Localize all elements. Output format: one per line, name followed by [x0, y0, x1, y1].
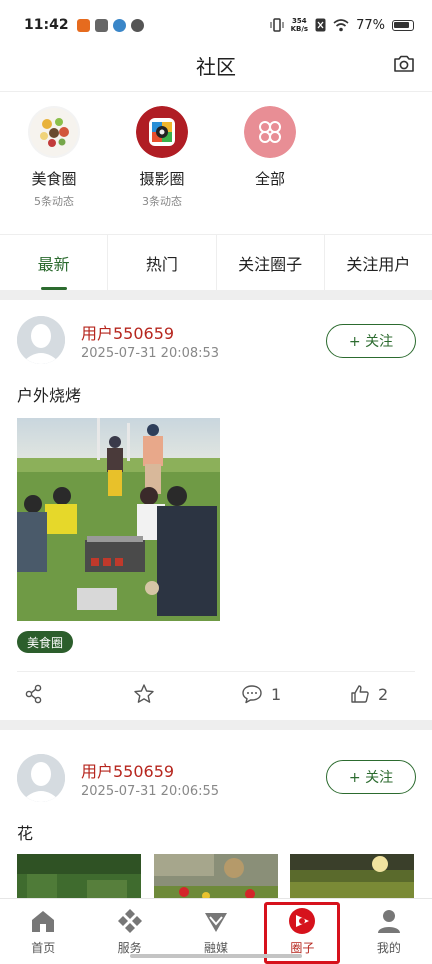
- round-notification-icon: [112, 18, 126, 32]
- status-time: 11:42: [24, 17, 69, 33]
- star-icon: [134, 684, 154, 703]
- post-photo[interactable]: [154, 854, 278, 904]
- follow-button[interactable]: + 关注: [326, 760, 416, 794]
- battery-icon: [392, 19, 414, 31]
- circle-post-count: 5条动态: [34, 195, 74, 208]
- circle-name: 美食圈: [31, 170, 77, 188]
- tab-followed-circles[interactable]: 关注圈子: [217, 235, 325, 290]
- circle-logo-icon: [289, 908, 316, 934]
- all-circle-avatar: [244, 106, 296, 158]
- post-username[interactable]: 用户550659: [81, 758, 174, 782]
- wifi-icon: [333, 18, 349, 31]
- default-avatar-icon: [17, 316, 65, 364]
- post-timestamp: 2025-07-31 20:06:55: [81, 784, 220, 799]
- nav-mine[interactable]: 我的: [346, 899, 432, 964]
- net-speed-value: 354: [292, 17, 307, 25]
- tab-latest[interactable]: 最新: [0, 235, 109, 290]
- circle-name: 摄影圈: [139, 170, 185, 188]
- share-icon: [25, 684, 42, 704]
- home-indicator: [130, 954, 302, 958]
- circle-item-food[interactable]: 美食圈 5条动态: [4, 106, 104, 209]
- home-icon: [32, 911, 55, 932]
- circle-item-all[interactable]: 全部: [220, 106, 320, 189]
- section-divider: [0, 720, 432, 730]
- vibrate-icon: [270, 18, 284, 32]
- post-divider: [17, 671, 415, 672]
- post-photo[interactable]: [17, 854, 141, 904]
- comment-count: 1: [271, 684, 282, 704]
- user-icon: [377, 910, 400, 933]
- sim-icon: [315, 18, 326, 32]
- circle-post-count: 3条动态: [142, 195, 182, 208]
- post-photo[interactable]: [17, 418, 220, 621]
- post-photo[interactable]: [290, 854, 414, 904]
- feed-tabs: 最新 热门 关注圈子 关注用户: [0, 234, 432, 290]
- post-text: 花: [17, 824, 34, 843]
- tab-hot[interactable]: 热门: [108, 235, 217, 290]
- page-header: 社区: [0, 40, 432, 92]
- nav-label: 我的: [376, 941, 401, 955]
- default-avatar-icon: [17, 754, 65, 802]
- comment-icon: [242, 685, 262, 704]
- comment-action[interactable]: 1: [241, 684, 281, 704]
- tab-followed-users[interactable]: 关注用户: [325, 235, 432, 290]
- post-timestamp: 2025-07-31 20:08:53: [81, 346, 220, 361]
- box-notification-icon: [94, 18, 108, 32]
- nav-home[interactable]: 首页: [0, 899, 86, 964]
- gem-icon: [205, 913, 228, 932]
- post-card: 用户550659 2025-07-31 20:08:53 + 关注 户外烧烤 美…: [0, 300, 432, 720]
- grass-photo: [17, 854, 141, 904]
- follow-button[interactable]: + 关注: [326, 324, 416, 358]
- diamond-grid-icon: [117, 909, 142, 933]
- like-count: 2: [378, 684, 389, 704]
- camera-lens-icon: [136, 106, 188, 158]
- photo-circle-avatar: [136, 106, 188, 158]
- notification-icons: [76, 18, 144, 32]
- favorite-action[interactable]: [133, 683, 155, 705]
- bbq-photo: [17, 418, 220, 621]
- circle-name: 全部: [254, 170, 285, 188]
- food-icon: [30, 108, 78, 156]
- net-speed: 354 KB/s: [291, 17, 308, 33]
- post-username[interactable]: 用户550659: [81, 320, 174, 344]
- camera-icon[interactable]: [392, 52, 416, 76]
- nav-label: 首页: [31, 941, 56, 955]
- post-card: 用户550659 2025-07-31 20:06:55 + 关注 花: [0, 730, 432, 910]
- link-notification-icon: [130, 18, 144, 32]
- clover-icon: [244, 106, 296, 158]
- avatar[interactable]: [17, 316, 65, 364]
- post-text: 户外烧烤: [17, 386, 82, 405]
- post-circle-tag[interactable]: 美食圈: [17, 631, 74, 653]
- app-notification-icon: [76, 18, 90, 32]
- net-speed-unit: KB/s: [290, 25, 309, 33]
- page-title: 社区: [196, 55, 236, 79]
- circles-row: 美食圈 5条动态 摄影圈 3条动态 全部: [0, 106, 432, 216]
- circle-item-photo[interactable]: 摄影圈 3条动态: [112, 106, 212, 209]
- battery-percent: 77%: [356, 17, 385, 33]
- avatar[interactable]: [17, 754, 65, 802]
- section-divider: [0, 290, 432, 300]
- thumbs-up-icon: [351, 685, 369, 703]
- flower-photo: [154, 854, 278, 904]
- field-photo: [290, 854, 414, 904]
- share-action[interactable]: [24, 684, 44, 704]
- food-circle-avatar: [28, 106, 80, 158]
- like-action[interactable]: 2: [350, 684, 388, 704]
